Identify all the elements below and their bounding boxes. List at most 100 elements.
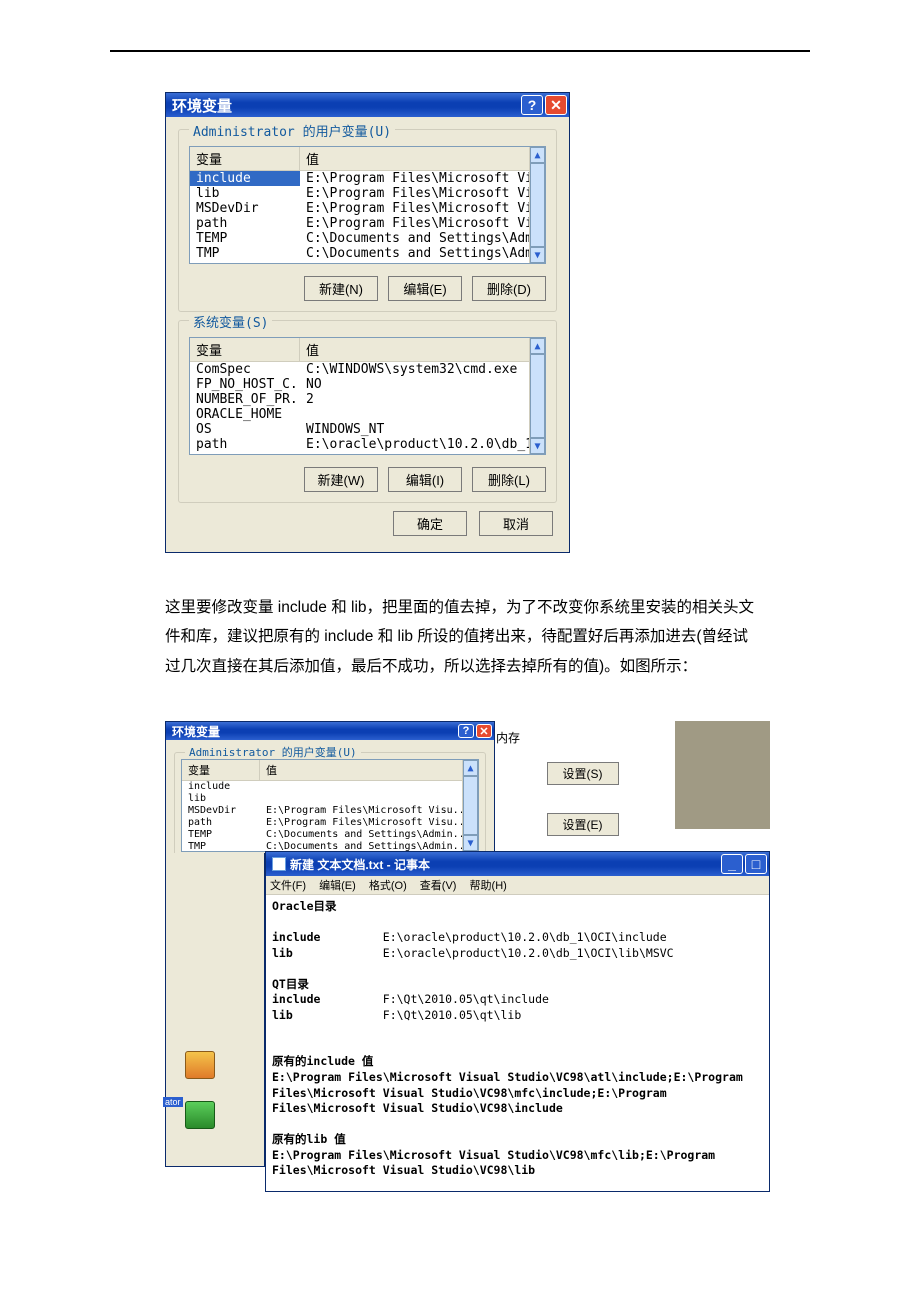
body-paragraph: 这里要修改变量 include 和 lib，把里面的值去掉，为了不改变你系统里安… bbox=[165, 593, 755, 681]
list-item-value: E:\Program Files\Microsoft Visu... bbox=[300, 171, 545, 186]
list-item-value bbox=[260, 793, 478, 805]
np-label: lib bbox=[272, 1008, 293, 1022]
list-item[interactable]: pathE:\Program Files\Microsoft Visu... bbox=[182, 817, 478, 829]
scroll-up-icon[interactable]: ▲ bbox=[530, 338, 545, 354]
list-item-value bbox=[260, 781, 478, 793]
user-delete-button[interactable]: 删除(D) bbox=[472, 276, 546, 301]
list-item[interactable]: MSDevDirE:\Program Files\Microsoft Visu.… bbox=[190, 201, 545, 216]
np-value: E:\oracle\product\10.2.0\db_1\OCI\includ… bbox=[383, 930, 667, 944]
titlebar: 新建 文本文档.txt - 记事本 _ □ bbox=[266, 852, 769, 876]
column-header-value[interactable]: 值 bbox=[260, 760, 478, 780]
scrollbar[interactable]: ▲ ▼ bbox=[462, 760, 478, 851]
scrollbar[interactable]: ▲ ▼ bbox=[529, 338, 545, 454]
user-vars-legend: Administrator 的用户变量(U) bbox=[189, 121, 395, 140]
scrollbar[interactable]: ▲ ▼ bbox=[529, 147, 545, 263]
list-item[interactable]: include bbox=[182, 781, 478, 793]
list-item-value: E:\oracle\product\10.2.0\db_1\bin;... bbox=[300, 437, 545, 452]
notepad-menubar[interactable]: 文件(F) 编辑(E) 格式(O) 查看(V) 帮助(H) bbox=[266, 876, 769, 895]
list-item-value bbox=[300, 407, 545, 422]
scroll-down-icon[interactable]: ▼ bbox=[463, 835, 478, 851]
maximize-icon[interactable]: □ bbox=[745, 854, 767, 874]
column-header-value[interactable]: 值 bbox=[300, 147, 545, 170]
column-header-name[interactable]: 变量 bbox=[190, 338, 300, 361]
list-item[interactable]: NUMBER_OF_PR...2 bbox=[190, 392, 545, 407]
np-heading-qt: QT目录 bbox=[272, 977, 309, 991]
settings-s-button[interactable]: 设置(S) bbox=[547, 762, 619, 785]
titlebar: 环境变量 ? ✕ bbox=[166, 722, 494, 740]
list-item[interactable]: ORACLE_HOME bbox=[190, 407, 545, 422]
list-item-name: include bbox=[182, 781, 260, 793]
list-item-value: NO bbox=[300, 377, 545, 392]
help-icon[interactable]: ? bbox=[458, 724, 474, 738]
list-item[interactable]: pathE:\Program Files\Microsoft Visu... bbox=[190, 216, 545, 231]
user-vars-list[interactable]: 变量 值 includelibMSDevDirE:\Program Files\… bbox=[181, 759, 479, 852]
notepad-icon bbox=[272, 857, 286, 871]
notepad-title: 新建 文本文档.txt - 记事本 bbox=[290, 856, 430, 873]
menu-view[interactable]: 查看(V) bbox=[420, 880, 457, 892]
list-item-name: TMP bbox=[182, 841, 260, 851]
np-label: lib bbox=[272, 946, 293, 960]
sys-new-button[interactable]: 新建(W) bbox=[304, 467, 378, 492]
ok-button[interactable]: 确定 bbox=[393, 511, 467, 536]
dialog-title: 环境变量 bbox=[172, 95, 232, 116]
list-item-value: C:\Documents and Settings\Admin... bbox=[260, 829, 478, 841]
desktop-icon[interactable] bbox=[181, 1051, 219, 1091]
user-vars-list[interactable]: 变量 值 includeE:\Program Files\Microsoft V… bbox=[189, 146, 546, 264]
list-item[interactable]: TEMPC:\Documents and Settings\Admin... bbox=[190, 231, 545, 246]
list-item-name: path bbox=[190, 437, 300, 452]
scroll-up-icon[interactable]: ▲ bbox=[530, 147, 545, 163]
sys-vars-list[interactable]: 变量 值 ComSpecC:\WINDOWS\system32\cmd.exeF… bbox=[189, 337, 546, 455]
menu-format[interactable]: 格式(O) bbox=[369, 880, 407, 892]
list-item[interactable]: TEMPC:\Documents and Settings\Admin... bbox=[182, 829, 478, 841]
list-item[interactable]: pathE:\oracle\product\10.2.0\db_1\bin;..… bbox=[190, 437, 545, 452]
column-header-name[interactable]: 变量 bbox=[190, 147, 300, 170]
list-item[interactable]: lib bbox=[182, 793, 478, 805]
list-item[interactable]: libE:\Program Files\Microsoft Visu... bbox=[190, 186, 545, 201]
cancel-button[interactable]: 取消 bbox=[479, 511, 553, 536]
titlebar: 环境变量 ? ✕ bbox=[166, 93, 569, 117]
taskbar-fragment: ator bbox=[163, 1097, 183, 1107]
scroll-thumb[interactable] bbox=[530, 163, 545, 247]
list-item[interactable]: includeE:\Program Files\Microsoft Visu..… bbox=[190, 171, 545, 186]
list-item[interactable]: TMPC:\Documents and Settings\Admin... bbox=[190, 246, 545, 261]
list-item-name: lib bbox=[190, 186, 300, 201]
help-icon[interactable]: ? bbox=[521, 95, 543, 115]
menu-edit[interactable]: 编辑(E) bbox=[319, 880, 356, 892]
user-edit-button[interactable]: 编辑(E) bbox=[388, 276, 462, 301]
column-header-value[interactable]: 值 bbox=[300, 338, 545, 361]
list-item-name: FP_NO_HOST_C... bbox=[190, 377, 300, 392]
scroll-down-icon[interactable]: ▼ bbox=[530, 438, 545, 454]
settings-e-button[interactable]: 设置(E) bbox=[547, 813, 619, 836]
menu-help[interactable]: 帮助(H) bbox=[470, 880, 507, 892]
list-item-name: MSDevDir bbox=[190, 201, 300, 216]
scroll-down-icon[interactable]: ▼ bbox=[530, 247, 545, 263]
sys-edit-button[interactable]: 编辑(I) bbox=[388, 467, 462, 492]
env-var-dialog: 环境变量 ? ✕ Administrator 的用户变量(U) 变量 值 inc… bbox=[165, 92, 570, 553]
list-item[interactable]: MSDevDirE:\Program Files\Microsoft Visu.… bbox=[182, 805, 478, 817]
scroll-thumb[interactable] bbox=[530, 354, 545, 438]
np-value: E:\Program Files\Microsoft Visual Studio… bbox=[272, 1148, 722, 1178]
list-item[interactable]: OSWINDOWS_NT bbox=[190, 422, 545, 437]
user-vars-group: Administrator 的用户变量(U) 变量 值 includelibMS… bbox=[174, 752, 486, 859]
desktop-icon[interactable] bbox=[181, 1101, 219, 1141]
scroll-thumb[interactable] bbox=[463, 776, 478, 835]
np-heading-include: 原有的include 值 bbox=[272, 1054, 373, 1068]
list-item-value: C:\Documents and Settings\Admin... bbox=[300, 231, 545, 246]
close-icon[interactable]: ✕ bbox=[476, 724, 492, 738]
list-item[interactable]: FP_NO_HOST_C...NO bbox=[190, 377, 545, 392]
scroll-up-icon[interactable]: ▲ bbox=[463, 760, 478, 776]
menu-file[interactable]: 文件(F) bbox=[270, 880, 306, 892]
close-icon[interactable]: ✕ bbox=[545, 95, 567, 115]
notepad-window: 新建 文本文档.txt - 记事本 _ □ 文件(F) 编辑(E) 格式(O) … bbox=[265, 851, 770, 1191]
user-vars-legend: Administrator 的用户变量(U) bbox=[185, 744, 361, 760]
notepad-text-area[interactable]: Oracle目录 include E:\oracle\product\10.2.… bbox=[266, 895, 769, 1190]
column-header-name[interactable]: 变量 bbox=[182, 760, 260, 780]
list-item-name: MSDevDir bbox=[182, 805, 260, 817]
sys-delete-button[interactable]: 删除(L) bbox=[472, 467, 546, 492]
list-item[interactable]: TMPC:\Documents and Settings\Admin... bbox=[182, 841, 478, 851]
list-item-value: 2 bbox=[300, 392, 545, 407]
minimize-icon[interactable]: _ bbox=[721, 854, 743, 874]
list-item[interactable]: ComSpecC:\WINDOWS\system32\cmd.exe bbox=[190, 362, 545, 377]
user-new-button[interactable]: 新建(N) bbox=[304, 276, 378, 301]
right-brown-panel bbox=[675, 721, 770, 829]
